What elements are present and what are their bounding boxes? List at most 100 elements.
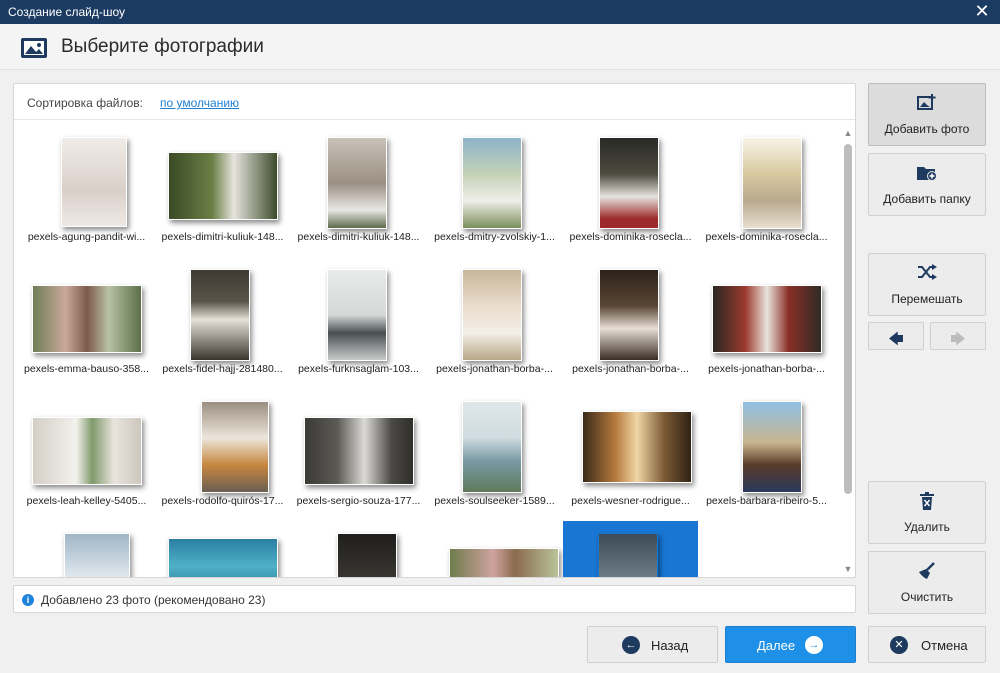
- photo-thumbnail: [462, 401, 522, 493]
- title-bar: Создание слайд-шоу ✕: [0, 0, 1000, 24]
- photo-item-selected[interactable]: [563, 521, 698, 577]
- close-icon[interactable]: ✕: [972, 2, 992, 22]
- photo-thumbnail: [304, 417, 414, 485]
- photo-thumbnail: [64, 533, 130, 577]
- photo-thumbnail: [168, 538, 278, 577]
- photo-filename: pexels-dominika-rosecla...: [705, 231, 828, 243]
- shuffle-icon: [869, 264, 985, 283]
- vertical-scrollbar[interactable]: ▲ ▼: [843, 128, 853, 574]
- scroll-up-icon[interactable]: ▲: [843, 128, 853, 138]
- arrow-right-icon: 🡆: [950, 331, 966, 348]
- photo-filename: pexels-soulseeker-1589...: [434, 495, 555, 507]
- photo-item[interactable]: pexels-furknsaglam-103...: [291, 257, 426, 383]
- back-label: Назад: [651, 638, 689, 653]
- photo-item[interactable]: pexels-dominika-rosecla...: [563, 125, 698, 251]
- photo-thumbnail: [598, 533, 658, 577]
- photo-item[interactable]: pexels-wesner-rodrigue...: [563, 389, 698, 515]
- photo-thumbnail: [742, 401, 802, 493]
- photo-item[interactable]: [19, 521, 154, 577]
- photo-thumbnail: [599, 137, 659, 229]
- photo-thumbnail: [462, 137, 522, 229]
- photo-item[interactable]: pexels-jonathan-borba-...: [699, 257, 834, 383]
- photo-thumbnail: [32, 285, 142, 353]
- scroll-down-icon[interactable]: ▼: [843, 564, 853, 574]
- photo-item[interactable]: pexels-sergio-souza-177...: [291, 389, 426, 515]
- photo-filename: pexels-barbara-ribeiro-5...: [706, 495, 827, 507]
- add-photo-button[interactable]: Добавить фото: [868, 83, 986, 146]
- move-left-button[interactable]: 🡄: [868, 322, 924, 350]
- photo-item[interactable]: [291, 521, 426, 577]
- add-folder-label: Добавить папку: [883, 192, 971, 206]
- photo-item[interactable]: pexels-fidel-hajj-281480...: [155, 257, 290, 383]
- move-right-button[interactable]: 🡆: [930, 322, 986, 350]
- photo-thumbnail: [327, 269, 387, 361]
- photo-item[interactable]: pexels-dmitry-zvolskiy-1...: [427, 125, 562, 251]
- photo-filename: pexels-furknsaglam-103...: [298, 363, 419, 375]
- photo-thumbnail: [61, 137, 127, 227]
- photo-item[interactable]: [427, 521, 562, 577]
- photo-thumbnail: [168, 152, 278, 220]
- back-button[interactable]: ← Назад: [587, 626, 718, 663]
- shuffle-label: Перемешать: [891, 292, 963, 306]
- photo-filename: pexels-rodolfo-quirós-17...: [161, 495, 284, 507]
- window-title: Создание слайд-шоу: [8, 5, 125, 19]
- page-header: Выберите фотографии: [0, 24, 1000, 70]
- photo-filename: pexels-jonathan-borba-...: [436, 363, 553, 375]
- photo-thumbnail: [742, 137, 802, 229]
- photo-thumbnail: [712, 285, 822, 353]
- clear-label: Очистить: [900, 590, 954, 604]
- delete-button[interactable]: Удалить: [868, 481, 986, 544]
- add-image-icon: [869, 94, 985, 115]
- photo-item[interactable]: pexels-barbara-ribeiro-5...: [699, 389, 834, 515]
- photo-item[interactable]: pexels-dimitri-kuliuk-148...: [291, 125, 426, 251]
- sort-bar: Сортировка файлов: по умолчанию: [14, 84, 855, 120]
- photo-thumbnail: [599, 269, 659, 361]
- shuffle-button[interactable]: Перемешать: [868, 253, 986, 316]
- info-icon: i: [22, 594, 34, 606]
- arrow-left-icon: 🡄: [888, 331, 904, 348]
- add-folder-button[interactable]: Добавить папку: [868, 153, 986, 216]
- photo-item[interactable]: pexels-rodolfo-quirós-17...: [155, 389, 290, 515]
- photo-grid: pexels-agung-pandit-wi... pexels-dimitri…: [14, 121, 839, 577]
- photo-thumbnail: [449, 548, 559, 577]
- photo-item[interactable]: pexels-jonathan-borba-...: [427, 257, 562, 383]
- sort-label: Сортировка файлов:: [27, 96, 143, 110]
- next-button[interactable]: Далее →: [725, 626, 856, 663]
- next-label: Далее: [757, 638, 796, 653]
- delete-label: Удалить: [904, 520, 950, 534]
- photo-filename: pexels-leah-kelley-5405...: [26, 495, 147, 507]
- photo-filename: pexels-agung-pandit-wi...: [27, 231, 146, 243]
- sort-option-link[interactable]: по умолчанию: [160, 96, 239, 110]
- photo-thumbnail: [190, 269, 250, 361]
- photo-item[interactable]: pexels-agung-pandit-wi...: [19, 125, 154, 251]
- photo-thumbnail: [32, 417, 142, 485]
- photo-filename: pexels-emma-bauso-358...: [24, 363, 149, 375]
- photo-item[interactable]: pexels-jonathan-borba-...: [563, 257, 698, 383]
- photo-thumbnail: [337, 533, 397, 577]
- photo-item[interactable]: pexels-dominika-rosecla...: [699, 125, 834, 251]
- photo-thumbnail: [462, 269, 522, 361]
- picture-icon: [21, 38, 47, 58]
- photo-filename: pexels-dimitri-kuliuk-148...: [161, 231, 284, 243]
- photo-thumbnail: [327, 137, 387, 229]
- photo-filename: pexels-wesner-rodrigue...: [571, 495, 690, 507]
- photo-filename: pexels-sergio-souza-177...: [296, 495, 421, 507]
- photo-item[interactable]: [155, 521, 290, 577]
- add-photo-label: Добавить фото: [884, 122, 970, 136]
- photo-thumbnail: [582, 411, 692, 483]
- clear-button[interactable]: Очистить: [868, 551, 986, 614]
- photo-filename: pexels-dominika-rosecla...: [569, 231, 692, 243]
- photo-item[interactable]: pexels-soulseeker-1589...: [427, 389, 562, 515]
- arrow-left-circle-icon: ←: [622, 636, 640, 654]
- scrollbar-thumb[interactable]: [844, 144, 852, 494]
- cancel-icon: ✕: [890, 636, 908, 654]
- cancel-button[interactable]: ✕ Отмена: [868, 626, 986, 663]
- photo-item[interactable]: pexels-dimitri-kuliuk-148...: [155, 125, 290, 251]
- photo-item[interactable]: pexels-emma-bauso-358...: [19, 257, 154, 383]
- photo-item[interactable]: pexels-leah-kelley-5405...: [19, 389, 154, 515]
- broom-icon: [869, 562, 985, 583]
- photo-panel: Сортировка файлов: по умолчанию pexels-a…: [13, 83, 856, 578]
- arrow-right-circle-icon: →: [805, 636, 823, 654]
- status-text: Добавлено 23 фото (рекомендовано 23): [41, 593, 266, 607]
- add-folder-icon: [869, 164, 985, 185]
